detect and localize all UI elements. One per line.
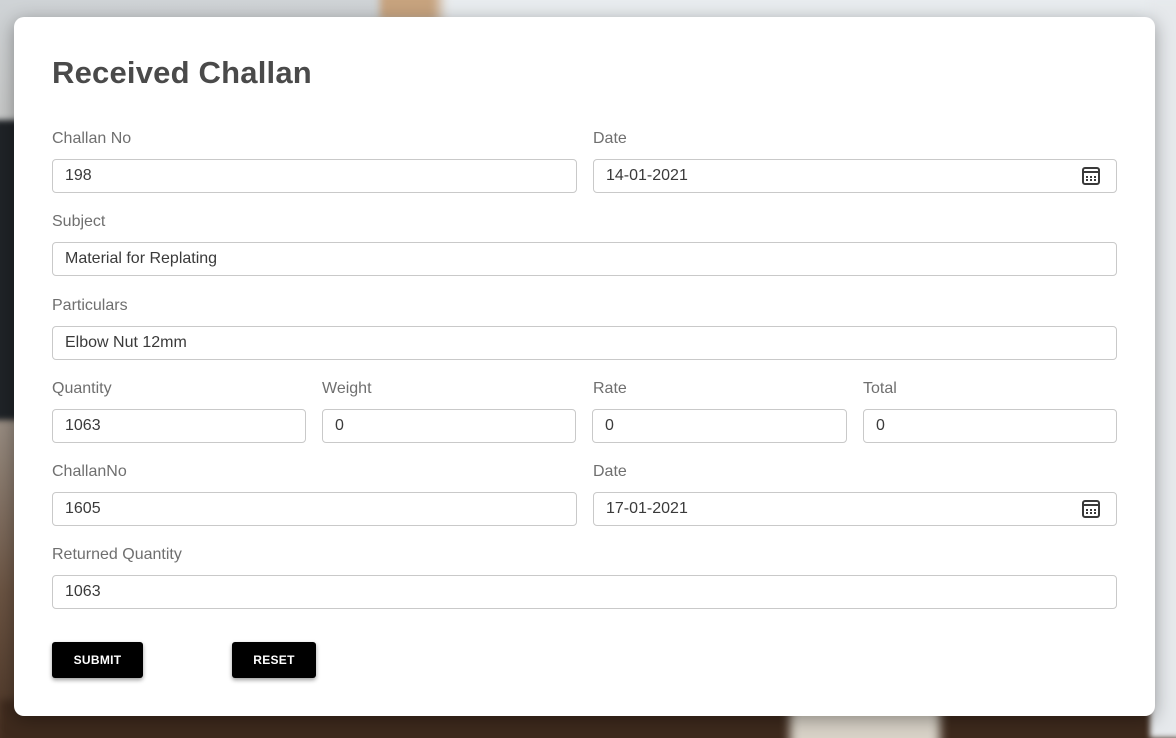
subject-label: Subject: [52, 213, 106, 230]
return-challan-no-input[interactable]: 1605: [52, 492, 577, 526]
particulars-label: Particulars: [52, 297, 128, 314]
submit-button[interactable]: SUBMIT: [52, 642, 143, 678]
total-input[interactable]: 0: [863, 409, 1117, 443]
subject-input[interactable]: Material for Replating: [52, 242, 1117, 276]
returned-quantity-label: Returned Quantity: [52, 546, 182, 563]
returned-quantity-input[interactable]: 1063: [52, 575, 1117, 609]
quantity-value: 1063: [65, 417, 101, 434]
return-date-input[interactable]: 17-01-2021: [593, 492, 1117, 526]
quantity-input[interactable]: 1063: [52, 409, 306, 443]
date-input[interactable]: 14-01-2021: [593, 159, 1117, 193]
rate-value: 0: [605, 417, 614, 434]
particulars-value: Elbow Nut 12mm: [65, 334, 187, 351]
weight-input[interactable]: 0: [322, 409, 576, 443]
subject-value: Material for Replating: [65, 250, 218, 267]
page-title: Received Challan: [52, 55, 312, 90]
return-challan-no-value: 1605: [65, 500, 101, 517]
reset-button[interactable]: RESET: [232, 642, 316, 678]
return-date-label: Date: [593, 463, 627, 480]
challan-no-label: Challan No: [52, 130, 132, 147]
challan-no-value: 198: [65, 167, 92, 184]
return-challan-no-label: ChallanNo: [52, 463, 127, 480]
calendar-icon[interactable]: [1082, 500, 1100, 518]
calendar-icon[interactable]: [1082, 167, 1100, 185]
challan-no-input[interactable]: 198: [52, 159, 577, 193]
returned-quantity-value: 1063: [65, 583, 101, 600]
weight-value: 0: [335, 417, 344, 434]
quantity-label: Quantity: [52, 380, 112, 397]
date-label: Date: [593, 130, 627, 147]
rate-input[interactable]: 0: [592, 409, 847, 443]
rate-label: Rate: [593, 380, 627, 397]
total-value: 0: [876, 417, 885, 434]
particulars-input[interactable]: Elbow Nut 12mm: [52, 326, 1117, 360]
return-date-value: 17-01-2021: [606, 500, 688, 517]
total-label: Total: [863, 380, 897, 397]
date-value: 14-01-2021: [606, 167, 688, 184]
received-challan-form: Received Challan Challan No 198 Date 14-…: [14, 17, 1155, 716]
weight-label: Weight: [322, 380, 372, 397]
